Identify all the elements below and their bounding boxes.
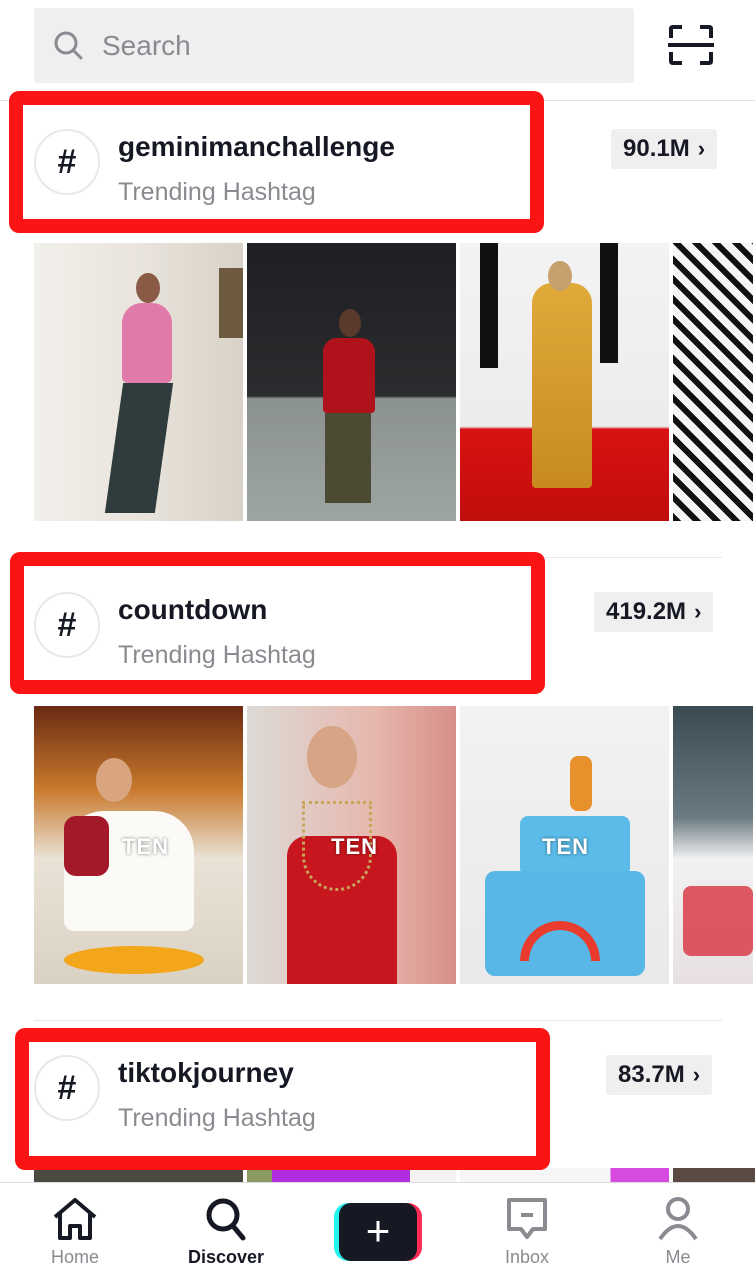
plus-icon: + xyxy=(339,1203,417,1261)
view-count-button[interactable]: 83.7M › xyxy=(606,1055,713,1095)
thumbnail-overlay-text: TEN xyxy=(122,834,169,859)
tab-label: Me xyxy=(665,1247,691,1267)
highlight-box xyxy=(10,552,545,694)
view-count-button[interactable]: 90.1M › xyxy=(611,129,718,169)
thumbnail-row xyxy=(34,243,753,521)
video-thumbnail[interactable] xyxy=(673,706,753,984)
create-video-button[interactable]: + xyxy=(334,1203,422,1261)
tab-home[interactable]: Home xyxy=(20,1197,130,1268)
video-thumbnail[interactable] xyxy=(460,1168,669,1182)
chevron-right-icon: › xyxy=(692,1062,701,1087)
search-icon xyxy=(206,1198,246,1241)
tab-label: Discover xyxy=(187,1247,265,1267)
view-count-button[interactable]: 419.2M › xyxy=(594,592,714,632)
scan-icon xyxy=(668,25,714,65)
chevron-right-icon: › xyxy=(697,136,706,161)
view-count: 419.2M xyxy=(606,598,687,625)
home-icon xyxy=(53,1198,97,1240)
tab-label: Inbox xyxy=(504,1247,550,1267)
highlight-box xyxy=(9,91,544,233)
thumbnail-overlay-text: TEN xyxy=(331,834,378,859)
highlight-box xyxy=(15,1028,550,1170)
thumbnail-row xyxy=(34,1168,755,1182)
tab-inbox[interactable]: Inbox xyxy=(472,1197,582,1268)
thumbnail-overlay-text: TEN xyxy=(542,834,589,859)
video-thumbnail[interactable] xyxy=(34,243,243,521)
chevron-right-icon: › xyxy=(694,599,702,624)
video-thumbnail[interactable]: TEN xyxy=(460,706,669,984)
tab-discover[interactable]: Discover xyxy=(171,1197,281,1268)
inbox-icon xyxy=(507,1198,547,1239)
bottom-tab-bar: Home Discover + Inbox Me xyxy=(0,1182,755,1280)
search-bar[interactable] xyxy=(34,8,634,83)
profile-icon xyxy=(658,1197,698,1241)
tab-me[interactable]: Me xyxy=(623,1197,733,1268)
search-icon xyxy=(54,31,83,59)
scan-button[interactable] xyxy=(668,24,714,66)
search-input[interactable] xyxy=(102,29,582,62)
video-thumbnail[interactable] xyxy=(34,1168,243,1182)
video-thumbnail[interactable] xyxy=(247,1168,456,1182)
video-thumbnail[interactable] xyxy=(247,243,456,521)
thumbnail-row: TEN TEN TEN xyxy=(34,706,753,984)
video-thumbnail[interactable] xyxy=(673,243,753,521)
video-thumbnail[interactable]: TEN xyxy=(247,706,456,984)
section-divider xyxy=(34,1020,722,1021)
video-thumbnail[interactable] xyxy=(673,1168,755,1182)
view-count: 90.1M xyxy=(623,135,690,162)
video-thumbnail[interactable] xyxy=(460,243,669,521)
tab-label: Home xyxy=(50,1247,99,1267)
view-count: 83.7M xyxy=(618,1061,685,1088)
video-thumbnail[interactable]: TEN xyxy=(34,706,243,984)
